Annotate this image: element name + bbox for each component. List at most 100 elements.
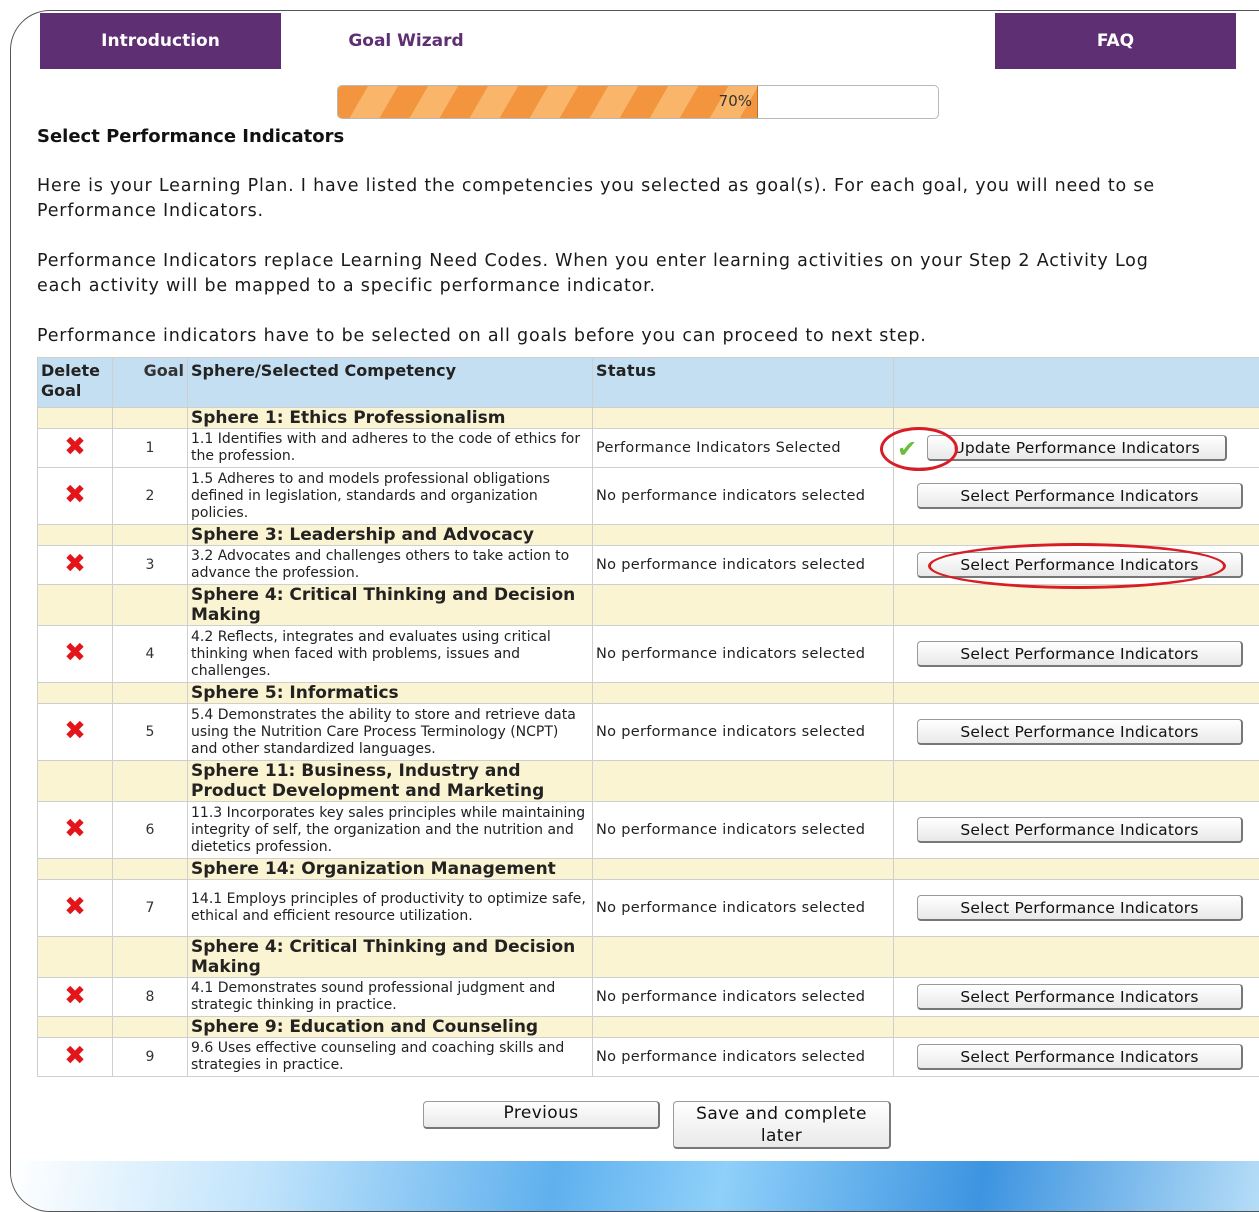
tab-introduction[interactable]: Introduction — [40, 13, 281, 69]
goal-status: No performance indicators selected — [593, 626, 894, 683]
table-header-row: Delete Goal Goal Sphere/Selected Compete… — [38, 358, 1259, 408]
progress-bar-fill — [338, 86, 758, 118]
sphere-label: Sphere 9: Education and Counseling — [188, 1017, 593, 1038]
goal-row: ✖714.1 Employs principles of productivit… — [38, 880, 1259, 937]
select-performance-indicators-button[interactable]: Select Performance Indicators — [917, 552, 1243, 578]
page-title: Select Performance Indicators — [37, 126, 344, 147]
goal-action-cell: Select Performance Indicators — [894, 704, 1259, 761]
sphere-empty-cell — [894, 937, 1259, 978]
sphere-label: Sphere 1: Ethics Professionalism — [188, 408, 593, 429]
update-performance-indicators-button[interactable]: Update Performance Indicators — [927, 435, 1227, 461]
goal-row: ✖ 44.2 Reflects, integrates and evaluates… — [38, 626, 1259, 683]
checkmark-icon: ✔ — [897, 435, 917, 463]
sphere-empty-cell — [593, 937, 894, 978]
header-delete-goal: Delete Goal — [38, 358, 113, 408]
sphere-label: Sphere 14: Organization Management — [188, 859, 593, 880]
goal-number: 7 — [113, 880, 188, 937]
goal-row: ✖611.3 Incorporates key sales principles… — [38, 802, 1259, 859]
tab-faq[interactable]: FAQ — [995, 13, 1236, 69]
goal-status: No performance indicators selected — [593, 1038, 894, 1077]
delete-x-icon[interactable]: ✖ — [64, 432, 86, 462]
goal-action-cell: Select Performance Indicators — [894, 978, 1259, 1017]
goal-number: 8 — [113, 978, 188, 1017]
delete-x-icon[interactable]: ✖ — [64, 638, 86, 668]
goal-status: No performance indicators selected — [593, 880, 894, 937]
competency-text: 3.2 Advocates and challenges others to t… — [188, 546, 593, 585]
delete-goal-cell: ✖ — [38, 546, 113, 585]
delete-goal-cell: ✖ — [38, 1038, 113, 1077]
sphere-row: Sphere 3: Leadership and Advocacy — [38, 525, 1259, 546]
decorative-footer-band — [11, 1161, 1259, 1212]
delete-goal-cell: ✖ — [38, 429, 113, 468]
delete-x-icon[interactable]: ✖ — [64, 1041, 86, 1071]
select-performance-indicators-button[interactable]: Select Performance Indicators — [917, 641, 1243, 667]
select-performance-indicators-button[interactable]: Select Performance Indicators — [917, 1044, 1243, 1070]
sphere-empty-cell — [38, 937, 113, 978]
goal-row: ✖99.6 Uses effective counseling and coac… — [38, 1038, 1259, 1077]
progress-bar: 70% — [337, 85, 939, 119]
sphere-empty-cell — [894, 408, 1259, 429]
goal-status: Performance Indicators Selected — [593, 429, 894, 468]
delete-x-icon[interactable]: ✖ — [64, 981, 86, 1011]
sphere-row: Sphere 4: Critical Thinking and Decision… — [38, 585, 1259, 626]
sphere-empty-cell — [113, 683, 188, 704]
goal-number: 9 — [113, 1038, 188, 1077]
delete-x-icon[interactable]: ✖ — [64, 480, 86, 510]
sphere-empty-cell — [113, 761, 188, 802]
sphere-empty-cell — [113, 585, 188, 626]
delete-x-icon[interactable]: ✖ — [64, 892, 86, 922]
competency-text: 4.1 Demonstrates sound professional judg… — [188, 978, 593, 1017]
header-status: Status — [593, 358, 894, 408]
competency-text: 4.2 Reflects, integrates and evaluates u… — [188, 626, 593, 683]
select-performance-indicators-button[interactable]: Select Performance Indicators — [917, 719, 1243, 745]
requirement-paragraph: Performance indicators have to be select… — [37, 324, 1259, 349]
sphere-empty-cell — [113, 937, 188, 978]
sphere-row: Sphere 4: Critical Thinking and Decision… — [38, 937, 1259, 978]
delete-x-icon[interactable]: ✖ — [64, 549, 86, 579]
delete-goal-cell: ✖ — [38, 880, 113, 937]
competency-text: 5.4 Demonstrates the ability to store an… — [188, 704, 593, 761]
delete-x-icon[interactable]: ✖ — [64, 716, 86, 746]
goals-table: Delete Goal Goal Sphere/Selected Compete… — [37, 357, 1259, 1077]
goal-status: No performance indicators selected — [593, 704, 894, 761]
sphere-label: Sphere 11: Business, Industry and Produc… — [188, 761, 593, 802]
sphere-row: Sphere 1: Ethics Professionalism — [38, 408, 1259, 429]
sphere-row: Sphere 5: Informatics — [38, 683, 1259, 704]
goal-row: ✖21.5 Adheres to and models professional… — [38, 468, 1259, 525]
select-performance-indicators-button[interactable]: Select Performance Indicators — [917, 483, 1243, 509]
sphere-empty-cell — [38, 1017, 113, 1038]
delete-x-icon[interactable]: ✖ — [64, 814, 86, 844]
sphere-label: Sphere 4: Critical Thinking and Decision… — [188, 585, 593, 626]
intro-paragraph: Here is your Learning Plan. I have liste… — [37, 174, 1259, 224]
sphere-empty-cell — [113, 859, 188, 880]
delete-goal-cell: ✖ — [38, 704, 113, 761]
sphere-empty-cell — [894, 585, 1259, 626]
goal-status: No performance indicators selected — [593, 802, 894, 859]
sphere-empty-cell — [894, 1017, 1259, 1038]
goal-action-cell: Select Performance Indicators — [894, 880, 1259, 937]
goal-number: 2 — [113, 468, 188, 525]
sphere-empty-cell — [593, 525, 894, 546]
goal-number: 4 — [113, 626, 188, 683]
sphere-empty-cell — [38, 761, 113, 802]
goal-number: 3 — [113, 546, 188, 585]
select-performance-indicators-button[interactable]: Select Performance Indicators — [917, 895, 1243, 921]
save-complete-later-button[interactable]: Save and complete later — [673, 1101, 891, 1149]
header-goal: Goal — [113, 358, 188, 408]
goal-number: 1 — [113, 429, 188, 468]
competency-text: 11.3 Incorporates key sales principles w… — [188, 802, 593, 859]
goal-status: No performance indicators selected — [593, 978, 894, 1017]
goal-row: ✖11.1 Identifies with and adheres to the… — [38, 429, 1259, 468]
sphere-empty-cell — [113, 408, 188, 429]
tab-goal-wizard[interactable]: Goal Wizard — [281, 13, 531, 69]
header-action — [894, 358, 1259, 408]
select-performance-indicators-button[interactable]: Select Performance Indicators — [917, 817, 1243, 843]
sphere-empty-cell — [113, 1017, 188, 1038]
goal-action-cell: Select Performance Indicators — [894, 1038, 1259, 1077]
delete-goal-cell: ✖ — [38, 468, 113, 525]
select-performance-indicators-button[interactable]: Select Performance Indicators — [917, 984, 1243, 1010]
goal-action-cell: Select Performance Indicators — [894, 626, 1259, 683]
sphere-row: Sphere 9: Education and Counseling — [38, 1017, 1259, 1038]
goal-action-cell: Select Performance Indicators — [894, 802, 1259, 859]
previous-button[interactable]: Previous — [423, 1101, 660, 1129]
